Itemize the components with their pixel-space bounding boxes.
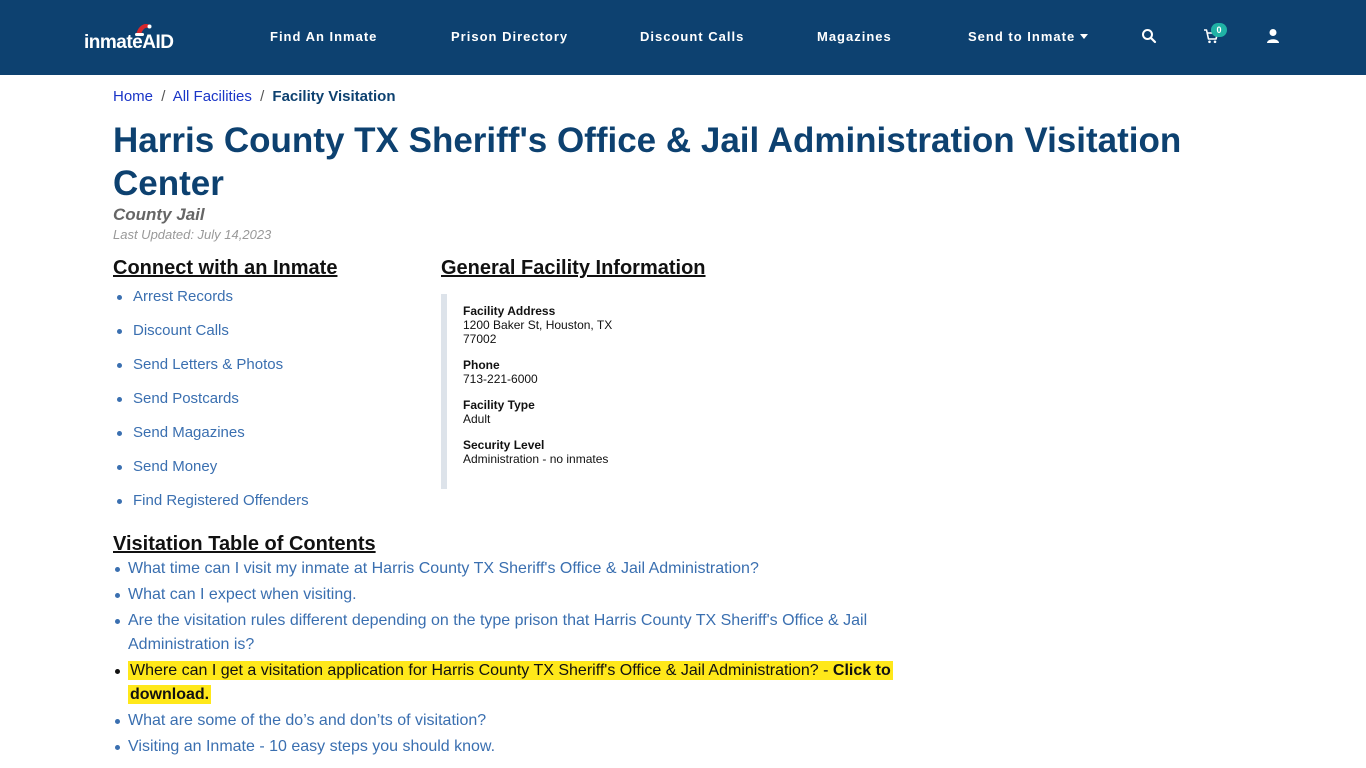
phone-label: Phone (463, 358, 500, 372)
last-updated: Last Updated: July 14,2023 (113, 227, 272, 242)
connect-item-arrest-records[interactable]: Arrest Records (113, 287, 309, 321)
toc-item-ten-steps[interactable]: Visiting an Inmate - 10 easy steps you s… (113, 735, 903, 759)
security-level-value: Administration - no inmates (463, 452, 609, 466)
caret-down-icon (1080, 34, 1089, 39)
facility-type-value: Adult (463, 412, 491, 426)
address-line-1: 1200 Baker St, Houston, TX (463, 318, 613, 332)
toc-item-what-to-expect[interactable]: What can I expect when visiting. (113, 583, 903, 607)
connect-list: Arrest Records Discount Calls Send Lette… (113, 287, 309, 525)
breadcrumb-separator: / (161, 88, 166, 105)
connect-item-send-letters-photos[interactable]: Send Letters & Photos (113, 355, 309, 389)
toc-item-rules-by-prison-type[interactable]: Are the visitation rules different depen… (113, 609, 903, 657)
facility-info-heading: General Facility Information (441, 257, 706, 279)
inmateaid-logo[interactable]: inmateAID (84, 22, 180, 54)
connect-item-send-postcards[interactable]: Send Postcards (113, 389, 309, 423)
breadcrumb-separator: / (260, 88, 265, 105)
breadcrumb-home[interactable]: Home (113, 88, 153, 105)
highlight-text: Where can I get a visitation application… (128, 661, 893, 704)
nav-find-an-inmate[interactable]: Find An Inmate (270, 29, 377, 44)
connect-item-discount-calls[interactable]: Discount Calls (113, 321, 309, 355)
toc-item-visitation-application[interactable]: Where can I get a visitation application… (113, 659, 903, 707)
search-icon[interactable] (1141, 28, 1157, 44)
facility-type-label: Facility Type (463, 398, 535, 412)
connect-item-send-magazines[interactable]: Send Magazines (113, 423, 309, 457)
address-label: Facility Address (463, 304, 556, 318)
breadcrumb: Home / All Facilities / Facility Visitat… (113, 88, 396, 105)
logo-wordmark: inmateAID (84, 32, 174, 53)
cart-count-badge: 0 (1211, 23, 1227, 37)
toc-heading: Visitation Table of Contents (113, 533, 376, 555)
user-icon[interactable] (1265, 28, 1281, 44)
toc-item-visiting-hours[interactable]: What time can I visit my inmate at Harri… (113, 557, 903, 581)
address-line-2: 77002 (463, 332, 497, 346)
nav-magazines[interactable]: Magazines (817, 29, 892, 44)
breadcrumb-current: Facility Visitation (272, 88, 396, 105)
nav-send-to-inmate-label: Send to Inmate (968, 29, 1076, 44)
toc-list: What time can I visit my inmate at Harri… (113, 557, 903, 761)
facility-info-box: Facility Address 1200 Baker St, Houston,… (441, 294, 701, 489)
breadcrumb-all-facilities[interactable]: All Facilities (173, 88, 252, 105)
connect-item-send-money[interactable]: Send Money (113, 457, 309, 491)
connect-item-find-registered-offenders[interactable]: Find Registered Offenders (113, 491, 309, 525)
facility-kind: County Jail (113, 205, 205, 224)
nav-prison-directory[interactable]: Prison Directory (451, 29, 568, 44)
toc-item-dos-and-donts[interactable]: What are some of the do’s and don’ts of … (113, 709, 903, 733)
page-title: Harris County TX Sheriff's Office & Jail… (113, 121, 1182, 203)
address-value: 1200 Baker St, Houston, TX 77002 (463, 318, 701, 346)
nav-send-to-inmate[interactable]: Send to Inmate (968, 29, 1089, 44)
connect-heading: Connect with an Inmate (113, 257, 338, 279)
phone-value: 713-221-6000 (463, 372, 538, 386)
nav-discount-calls[interactable]: Discount Calls (640, 29, 744, 44)
top-navbar: inmateAID Find An Inmate Prison Director… (0, 0, 1366, 75)
security-level-label: Security Level (463, 438, 545, 452)
